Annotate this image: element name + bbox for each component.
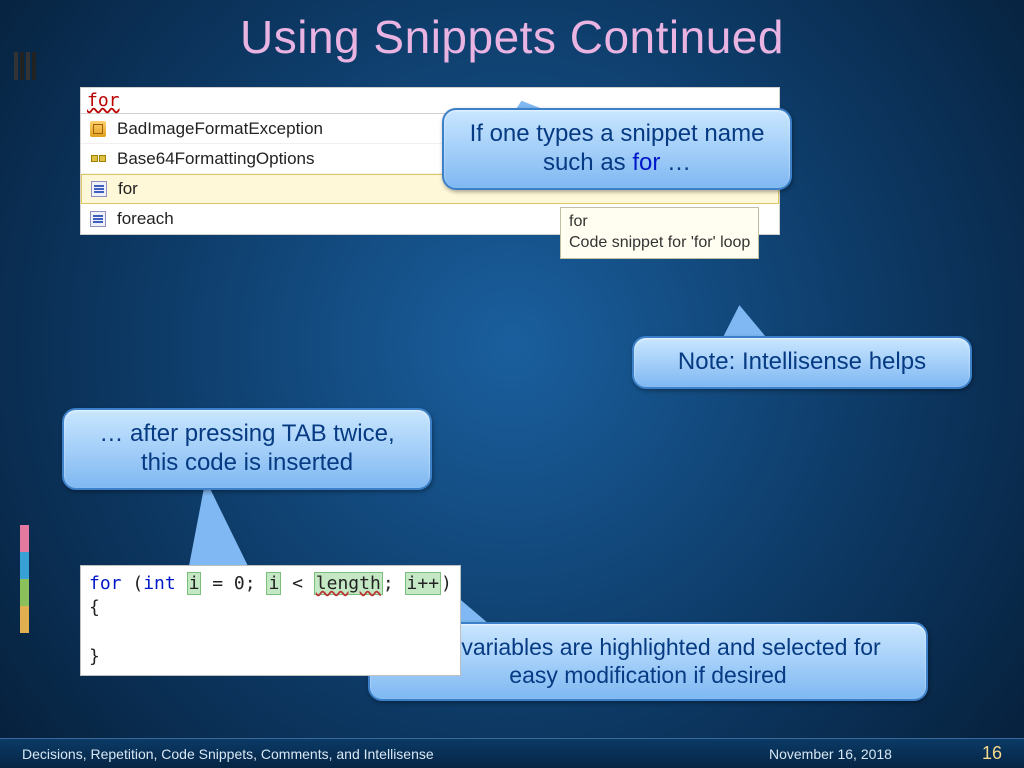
callout-intellisense-helps: Note: Intellisense helps <box>632 336 972 389</box>
enum-icon <box>87 148 109 170</box>
tooltip-title: for <box>569 212 750 233</box>
snippet-icon <box>88 178 110 200</box>
tooltip-desc: Code snippet for 'for' loop <box>569 233 750 254</box>
slide: Using Snippets Continued for BadImageFor… <box>0 0 1024 768</box>
dropdown-item-label: Base64FormattingOptions <box>117 149 315 169</box>
code-line: } <box>89 645 452 669</box>
highlight-var: length <box>314 572 383 595</box>
highlight-var: i <box>187 572 202 595</box>
callout-tail <box>188 479 253 571</box>
highlight-var: i <box>266 572 281 595</box>
dropdown-item-label: foreach <box>117 209 174 229</box>
dropdown-item-label: BadImageFormatException <box>117 119 323 139</box>
code-line: { <box>89 596 452 620</box>
footer-title: Decisions, Repetition, Code Snippets, Co… <box>22 746 769 762</box>
callout-tab-twice: … after pressing TAB twice, this code is… <box>62 408 432 490</box>
snippet-icon <box>87 208 109 230</box>
color-bars <box>20 525 29 633</box>
code-line: for (int i = 0; i < length; i++) <box>89 572 452 596</box>
slide-title: Using Snippets Continued <box>0 10 1024 64</box>
code-panel: for (int i = 0; i < length; i++) { } <box>80 565 461 676</box>
footer: Decisions, Repetition, Code Snippets, Co… <box>0 738 1024 768</box>
code-line <box>89 621 452 645</box>
class-icon <box>87 118 109 140</box>
decorative-stripes <box>14 52 38 85</box>
footer-date: November 16, 2018 <box>769 746 892 762</box>
highlight-var: i++ <box>405 572 442 595</box>
intellisense-tooltip: for Code snippet for 'for' loop <box>560 207 759 259</box>
callout-snippet-name: If one types a snippet name such as for … <box>442 108 792 190</box>
dropdown-item-label: for <box>118 179 138 199</box>
page-number: 16 <box>982 743 1002 764</box>
